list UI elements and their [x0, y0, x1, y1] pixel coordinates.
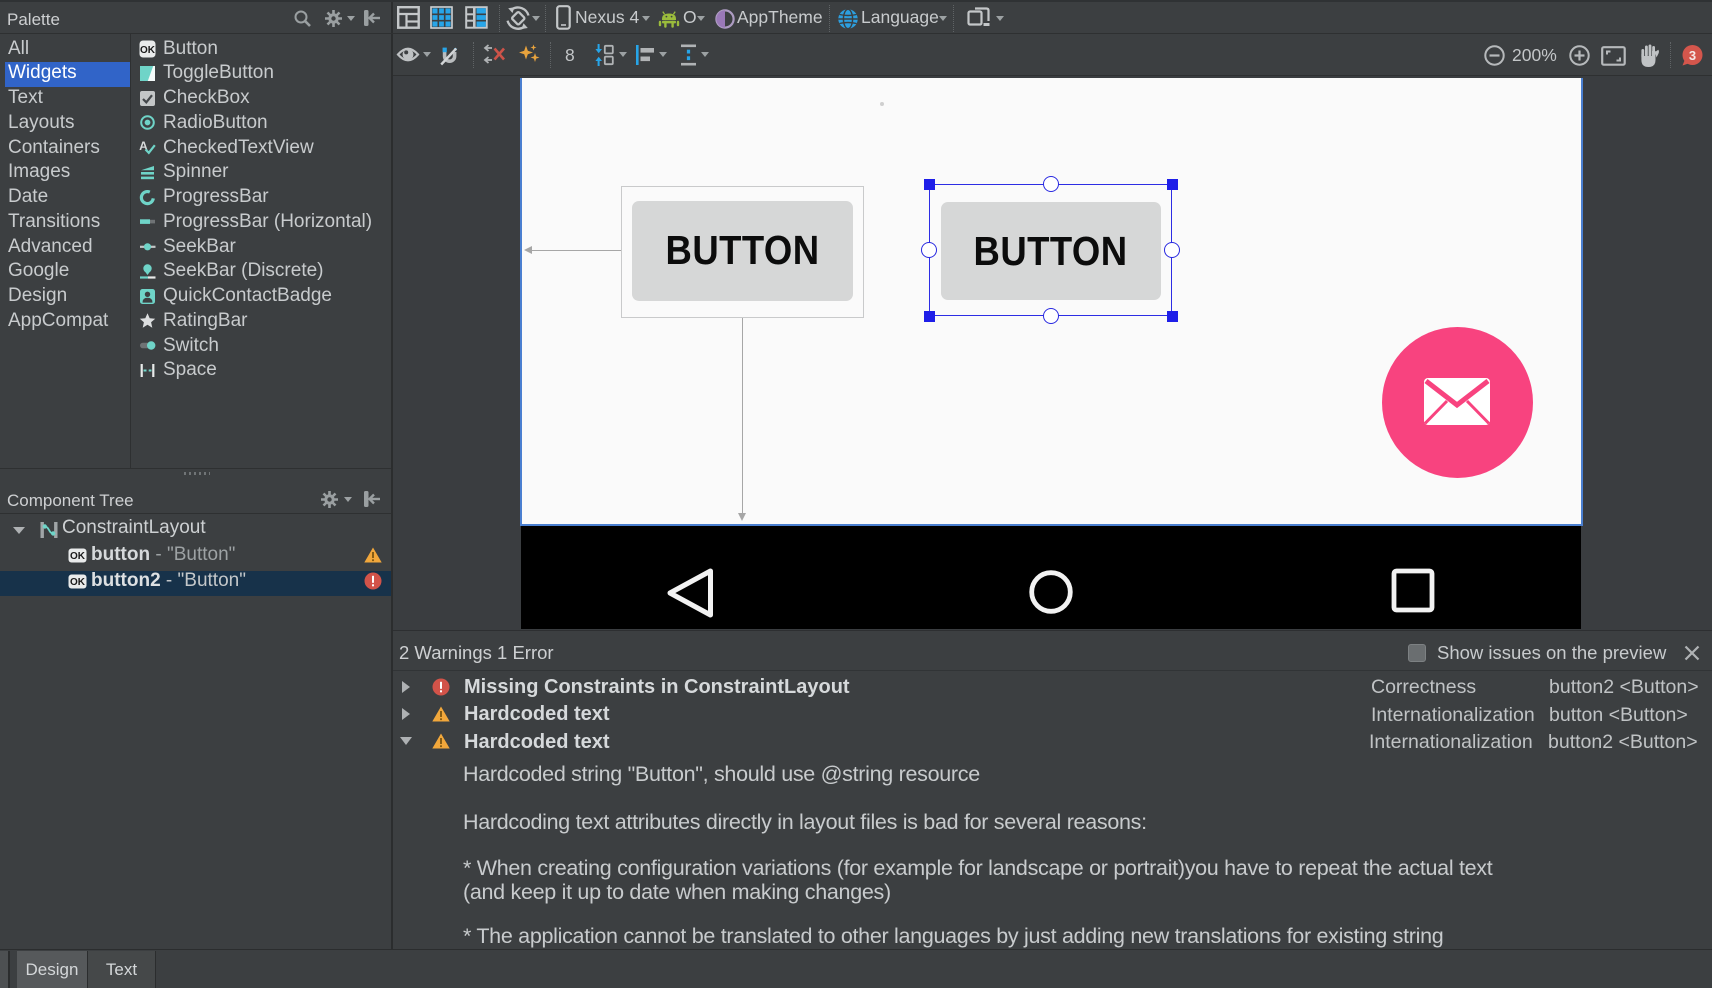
svg-text:3: 3 [1689, 48, 1696, 63]
svg-text:OK: OK [140, 45, 156, 56]
svg-text:OK: OK [70, 551, 86, 562]
svg-text:OK: OK [70, 577, 86, 588]
